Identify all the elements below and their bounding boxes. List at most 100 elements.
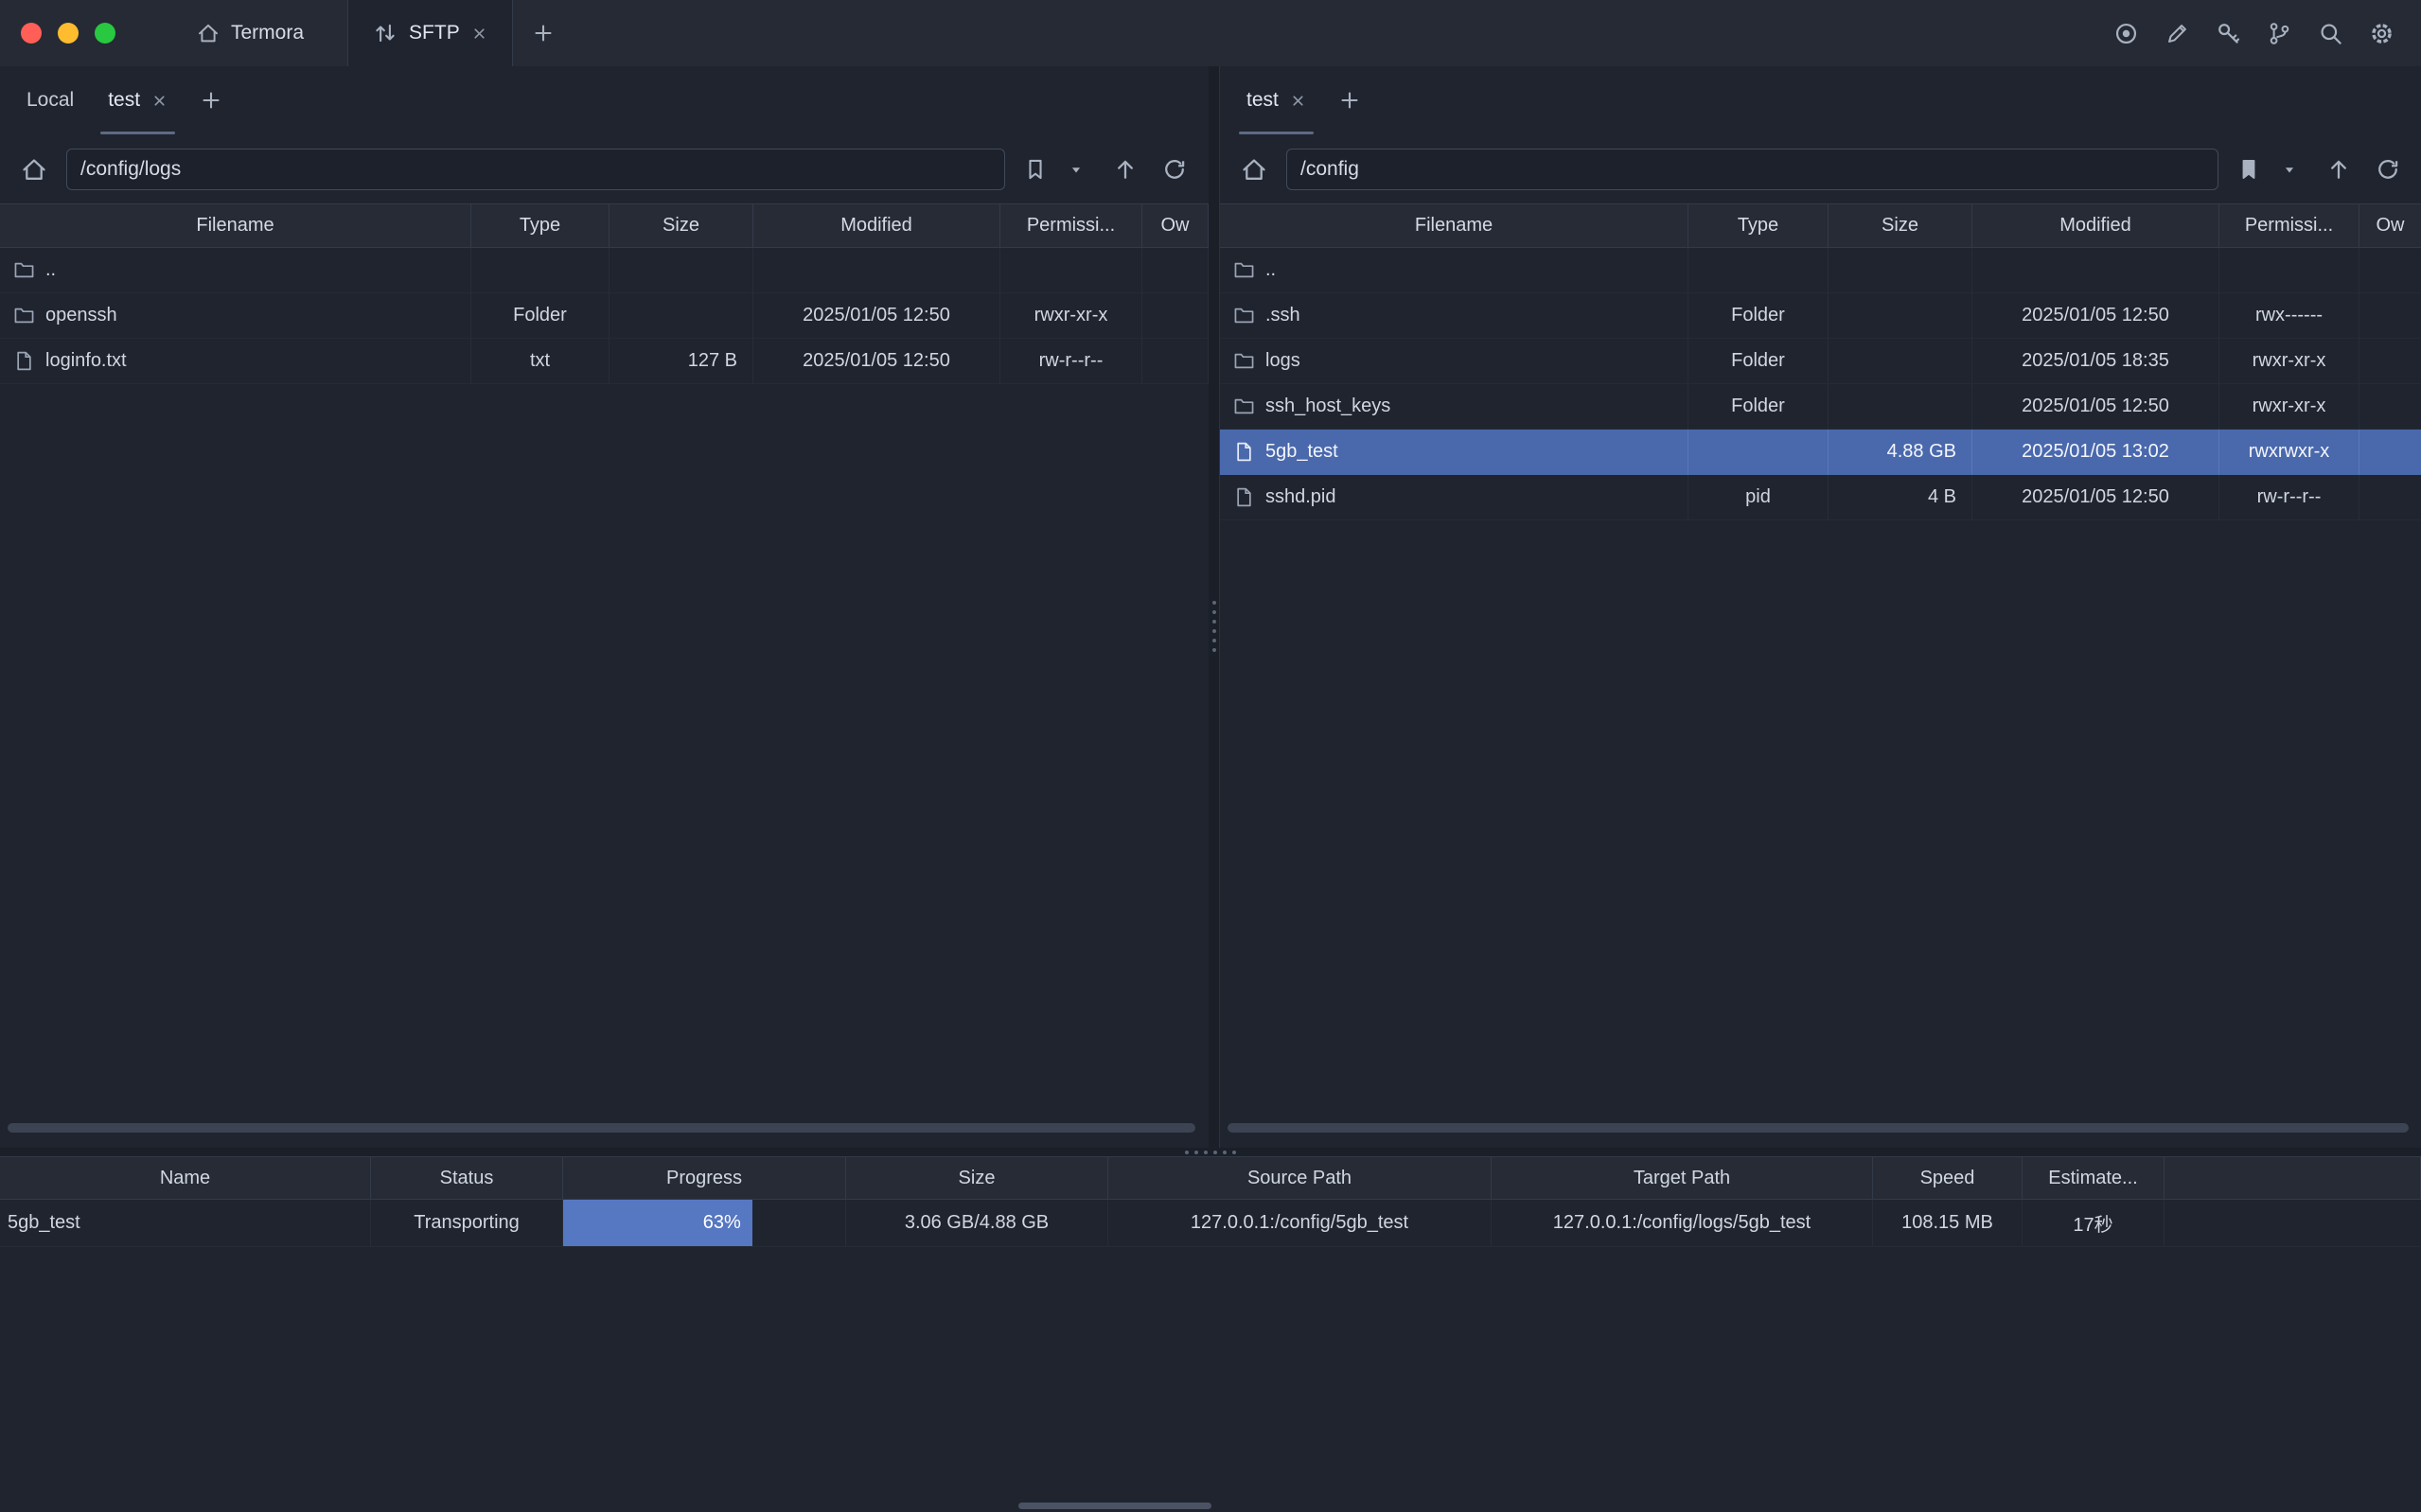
home-button[interactable] <box>15 150 53 188</box>
column-header-size[interactable]: Size <box>1829 203 1972 248</box>
file-modified <box>1972 248 2219 293</box>
branch-icon[interactable] <box>2267 21 2292 46</box>
close-tab-icon[interactable] <box>471 26 487 42</box>
folder-icon <box>1233 350 1255 372</box>
home-button[interactable] <box>1235 150 1273 188</box>
table-row[interactable]: 5gb_test 4.88 GB 2025/01/05 13:02 rwxrwx… <box>1220 430 2421 475</box>
close-tab-icon[interactable] <box>151 93 168 109</box>
file-type: Folder <box>1688 293 1829 339</box>
tab-label: test <box>1246 89 1279 112</box>
file-size <box>1829 384 1972 430</box>
file-modified: 2025/01/05 12:50 <box>753 293 1000 339</box>
column-header-type[interactable]: Type <box>1688 203 1829 248</box>
filename: openssh <box>45 305 117 326</box>
file-type: txt <box>471 339 610 384</box>
window-controls <box>0 0 136 66</box>
column-header-type[interactable]: Type <box>471 203 610 248</box>
right-table-header: Filename Type Size Modified Permissi... … <box>1220 203 2421 248</box>
table-row[interactable]: .. <box>0 248 1209 293</box>
tab-termora[interactable]: Termora <box>170 0 330 66</box>
filename: logs <box>1265 350 1300 372</box>
file-owner <box>1142 339 1209 384</box>
file-permissions: rwxrwxr-x <box>2219 430 2359 475</box>
table-row[interactable]: .ssh Folder 2025/01/05 12:50 rwx------ <box>1220 293 2421 339</box>
column-header-speed: Speed <box>1873 1156 2023 1200</box>
column-header-filename[interactable]: Filename <box>1220 203 1688 248</box>
table-row[interactable]: openssh Folder 2025/01/05 12:50 rwxr-xr-… <box>0 293 1209 339</box>
tab-test-left[interactable]: test <box>91 66 185 134</box>
filename: sshd.pid <box>1265 486 1336 508</box>
transfer-table: Name Status Progress Size Source Path Ta… <box>0 1156 2421 1247</box>
bookmark-filled-icon[interactable] <box>2230 150 2268 188</box>
column-header-filename[interactable]: Filename <box>0 203 471 248</box>
file-icon <box>1233 486 1255 508</box>
column-header-size[interactable]: Size <box>610 203 753 248</box>
file-permissions: rwxr-xr-x <box>2219 384 2359 430</box>
file-type <box>1688 430 1829 475</box>
transfer-splitter[interactable] <box>0 1148 2421 1156</box>
column-header-modified[interactable]: Modified <box>1972 203 2219 248</box>
file-permissions <box>2219 248 2359 293</box>
file-size <box>610 293 753 339</box>
edit-icon[interactable] <box>2165 21 2190 46</box>
right-path-input[interactable] <box>1286 149 2218 190</box>
folder-icon <box>13 305 35 326</box>
file-modified: 2025/01/05 12:50 <box>1972 293 2219 339</box>
minimize-window-button[interactable] <box>58 23 79 44</box>
column-header-permissions[interactable]: Permissi... <box>1000 203 1142 248</box>
right-new-tab-button[interactable] <box>1323 89 1376 112</box>
right-bookmark-group <box>2230 150 2308 188</box>
refresh-icon[interactable] <box>2369 150 2407 188</box>
close-tab-icon[interactable] <box>1290 93 1306 109</box>
file-modified <box>753 248 1000 293</box>
transfer-target-path: 127.0.0.1:/config/logs/5gb_test <box>1492 1200 1873 1247</box>
left-new-tab-button[interactable] <box>185 89 238 112</box>
zoom-window-button[interactable] <box>95 23 115 44</box>
right-horizontal-scrollbar[interactable] <box>1228 1123 2409 1133</box>
column-header-owner[interactable]: Ow <box>2359 203 2421 248</box>
close-window-button[interactable] <box>21 23 42 44</box>
column-header-modified[interactable]: Modified <box>753 203 1000 248</box>
file-type: Folder <box>471 293 610 339</box>
parent-directory-button[interactable] <box>1106 150 1144 188</box>
sftp-tab-label: SFTP <box>409 22 460 44</box>
file-modified: 2025/01/05 12:50 <box>753 339 1000 384</box>
tab-local[interactable]: Local <box>9 66 91 134</box>
parent-directory-button[interactable] <box>2320 150 2358 188</box>
column-header-owner[interactable]: Ow <box>1142 203 1209 248</box>
left-path-input[interactable] <box>66 149 1005 190</box>
column-header-target-path: Target Path <box>1492 1156 1873 1200</box>
splitter-grip-icon <box>1212 601 1216 652</box>
settings-icon[interactable] <box>2369 21 2394 46</box>
record-icon[interactable] <box>2113 21 2139 46</box>
key-icon[interactable] <box>2216 21 2241 46</box>
table-row[interactable]: loginfo.txt txt 127 B 2025/01/05 12:50 r… <box>0 339 1209 384</box>
left-horizontal-scrollbar[interactable] <box>8 1123 1195 1133</box>
file-type <box>1688 248 1829 293</box>
column-header-permissions[interactable]: Permissi... <box>2219 203 2359 248</box>
pane-splitter[interactable] <box>1209 66 1219 1148</box>
tab-test-right[interactable]: test <box>1229 66 1323 134</box>
file-size <box>1829 339 1972 384</box>
refresh-icon[interactable] <box>1156 150 1193 188</box>
table-row[interactable]: logs Folder 2025/01/05 18:35 rwxr-xr-x <box>1220 339 2421 384</box>
local-pane: Local test <box>0 66 1210 1148</box>
bookmark-icon[interactable] <box>1016 150 1054 188</box>
right-pane-tabs: test <box>1220 66 2421 134</box>
tab-sftp[interactable]: SFTP <box>347 0 513 66</box>
column-header-source-path: Source Path <box>1108 1156 1492 1200</box>
table-row[interactable]: sshd.pid pid 4 B 2025/01/05 12:50 rw-r--… <box>1220 475 2421 520</box>
transfer-row[interactable]: 5gb_test Transporting 63% 3.06 GB/4.88 G… <box>0 1200 2421 1247</box>
column-header-progress: Progress <box>563 1156 846 1200</box>
splitter-grip-icon <box>1185 1151 1236 1154</box>
new-tab-button[interactable] <box>513 0 574 66</box>
bottom-scrollbar-thumb[interactable] <box>1018 1503 1211 1509</box>
search-icon[interactable] <box>2318 21 2343 46</box>
folder-icon <box>1233 396 1255 417</box>
left-bookmark-group <box>1016 150 1095 188</box>
file-type: Folder <box>1688 384 1829 430</box>
chevron-down-icon[interactable] <box>1057 150 1095 188</box>
table-row[interactable]: .. <box>1220 248 2421 293</box>
chevron-down-icon[interactable] <box>2271 150 2308 188</box>
table-row[interactable]: ssh_host_keys Folder 2025/01/05 12:50 rw… <box>1220 384 2421 430</box>
